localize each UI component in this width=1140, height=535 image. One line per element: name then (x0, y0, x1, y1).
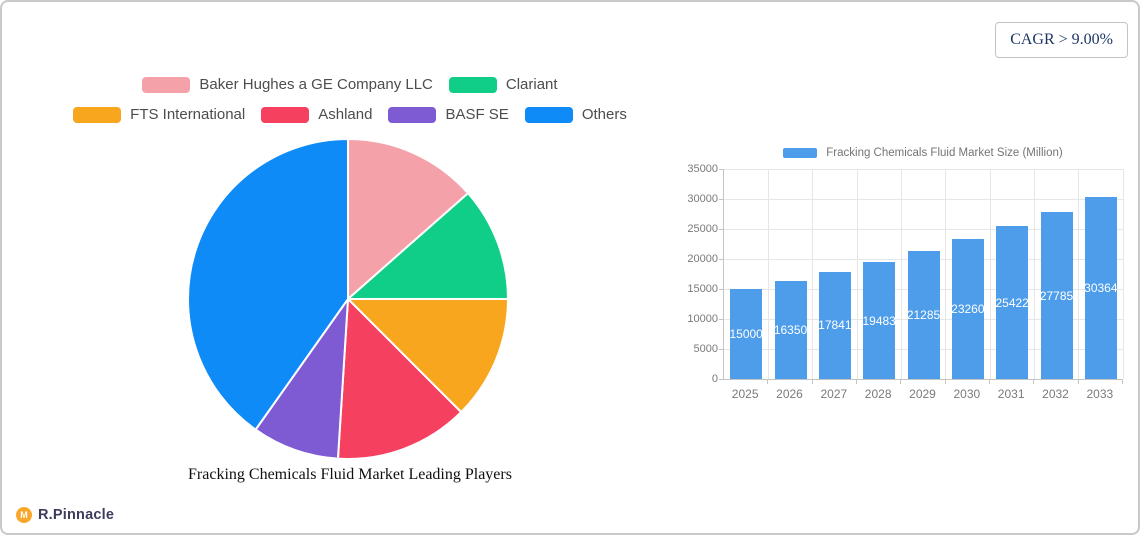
x-axis-tickmark (1077, 380, 1079, 384)
x-tick-label: 2027 (820, 387, 848, 401)
bar-value-label: 21285 (906, 308, 941, 323)
legend-item-fts-international[interactable]: FTS International (73, 106, 245, 123)
bar-legend-swatch (783, 148, 818, 158)
cagr-badge-label: CAGR > 9.00% (1010, 31, 1113, 48)
bar-value-label: 19483 (862, 313, 896, 328)
y-tick-label: 15000 (687, 283, 718, 295)
legend-label: FTS International (130, 106, 246, 123)
bar-chart-plot: 15000 16350 17841 19483 21285 23260 25422 27785… (723, 168, 1124, 380)
legend-swatch-basf-se (388, 106, 437, 123)
gridline-vertical (900, 169, 902, 379)
bar-value-label: 27785 (1039, 288, 1074, 303)
y-tick-label: 25000 (687, 223, 718, 235)
bar-value-label: 15000 (729, 327, 763, 341)
y-tick-label: 5000 (693, 343, 718, 355)
gridline-vertical (1078, 169, 1080, 379)
pie-legend: Baker Hughes a GE Company LLC Clariant F… (28, 76, 672, 123)
x-axis-tickmark (856, 380, 857, 384)
legend-item-clariant[interactable]: Clariant (448, 76, 558, 93)
x-tick-label: 2031 (997, 387, 1025, 401)
x-axis-tickmark (811, 380, 813, 384)
x-tick-label: 2026 (776, 387, 803, 401)
y-axis-tickmark (719, 319, 723, 320)
bar-legend-label: Fracking Chemicals Fluid Market Size (Mi… (826, 147, 1063, 159)
x-axis-tickmark (989, 380, 990, 384)
pie-chart (187, 138, 509, 460)
y-tick-label: 30000 (687, 193, 718, 205)
x-axis-tickmark (1122, 380, 1123, 384)
y-tick-label: 0 (711, 373, 718, 385)
logo-text: R.Pinnacle (38, 507, 115, 523)
x-axis-tickmark (944, 380, 946, 384)
bar-value-label: 17841 (818, 318, 852, 333)
logo-icon: M (16, 507, 32, 523)
x-tick-label: 2029 (909, 387, 936, 401)
x-tick-label: 2028 (864, 387, 892, 401)
gridline-horizontal (724, 198, 1123, 200)
gridline-vertical (1033, 169, 1035, 379)
legend-label: Others (581, 106, 627, 123)
y-tick-label: 10000 (687, 313, 718, 325)
x-axis-tickmark (1033, 380, 1035, 384)
legend-swatch-others (524, 106, 573, 123)
y-axis-tickmark (719, 379, 723, 380)
legend-label: Clariant (505, 76, 558, 93)
legend-swatch-ashland (261, 106, 310, 123)
legend-item-baker-hughes[interactable]: Baker Hughes a GE Company LLC (142, 76, 433, 93)
gridline-vertical (767, 169, 769, 379)
gridline-vertical (1122, 169, 1124, 379)
legend-swatch-baker-hughes (142, 76, 191, 93)
gridline-horizontal (724, 168, 1123, 170)
brand-logo: M R.Pinnacle (16, 507, 114, 523)
legend-label: Ashland (318, 106, 373, 123)
pie-legend-row-1: Baker Hughes a GE Company LLC Clariant (28, 76, 672, 93)
x-axis-tickmark (900, 380, 902, 384)
legend-swatch-clariant (448, 76, 497, 93)
legend-item-basf-se[interactable]: BASF SE (388, 106, 509, 123)
y-tick-label: 35000 (687, 163, 718, 175)
bar-value-label: 30364 (1084, 280, 1118, 295)
y-tick-label: 20000 (687, 253, 718, 265)
legend-item-others[interactable]: Others (524, 106, 627, 123)
x-tick-label: 2030 (953, 387, 981, 401)
bar-value-label: 16350 (773, 322, 808, 337)
pie-legend-row-2: FTS International Ashland BASF SE Others (28, 106, 672, 123)
gridline-vertical (856, 169, 858, 379)
legend-item-ashland[interactable]: Ashland (261, 106, 372, 123)
y-axis-tickmark (719, 349, 723, 350)
cagr-badge: CAGR > 9.00% (995, 22, 1128, 58)
y-axis-tickmark (719, 289, 723, 290)
legend-label: Baker Hughes a GE Company LLC (199, 76, 433, 93)
gridline-vertical (989, 169, 991, 379)
y-axis-tickmark (719, 259, 723, 260)
y-axis-tickmark (719, 169, 723, 170)
x-tick-label: 2033 (1086, 387, 1114, 401)
y-axis-tickmark (719, 229, 723, 230)
bar-value-label: 23260 (951, 302, 985, 317)
bar-value-label: 25422 (995, 295, 1029, 310)
gridline-vertical (945, 169, 947, 379)
x-tick-label: 2025 (731, 387, 759, 401)
legend-swatch-fts-international (73, 106, 122, 123)
y-axis-tickmark (719, 199, 723, 200)
gridline-vertical (812, 169, 814, 379)
legend-label: BASF SE (445, 106, 509, 123)
bar-legend[interactable]: Fracking Chemicals Fluid Market Size (Mi… (723, 147, 1123, 159)
x-axis-tickmark (767, 380, 769, 384)
x-tick-label: 2032 (1042, 387, 1069, 401)
pie-chart-title: Fracking Chemicals Fluid Market Leading … (188, 466, 512, 483)
